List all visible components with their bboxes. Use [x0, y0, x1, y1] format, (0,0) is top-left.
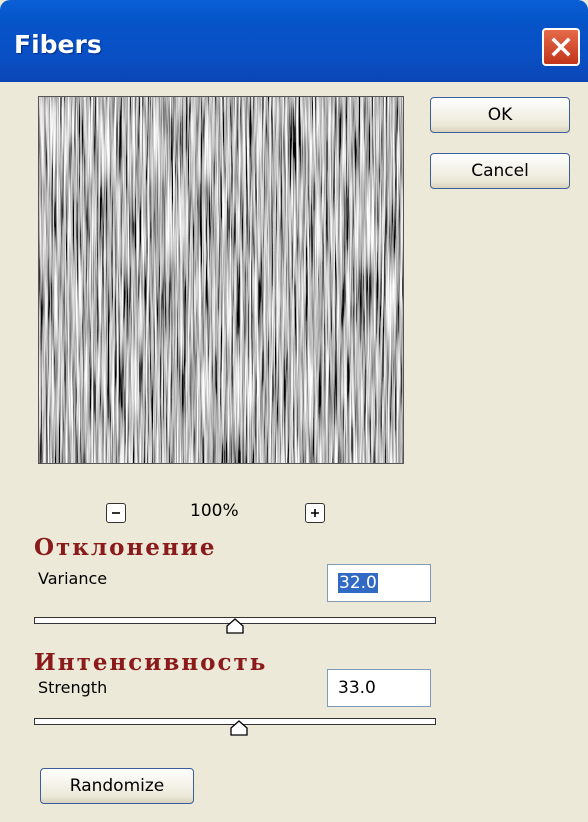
close-button[interactable]: [542, 28, 580, 66]
variance-value: 32.0: [338, 573, 378, 593]
strength-label: Strength: [38, 678, 108, 697]
plus-icon: [311, 509, 319, 517]
variance-input[interactable]: 32.0: [327, 564, 431, 602]
fibers-preview-image[interactable]: [38, 96, 404, 464]
zoom-in-button[interactable]: [305, 503, 325, 523]
close-icon: [551, 37, 571, 57]
variance-slider-thumb[interactable]: [226, 618, 244, 634]
ok-button[interactable]: OK: [430, 97, 570, 133]
strength-input[interactable]: 33.0: [327, 669, 431, 707]
strength-heading: Интенсивность: [34, 649, 268, 676]
variance-label: Variance: [38, 569, 108, 588]
strength-slider-thumb[interactable]: [230, 720, 248, 736]
randomize-button[interactable]: Randomize: [40, 768, 194, 804]
cancel-button[interactable]: Cancel: [430, 153, 570, 189]
dialog-body: OK Cancel 100% Отклонение Variance 32.0 …: [0, 82, 588, 822]
minus-icon: [112, 512, 120, 514]
variance-heading: Отклонение: [34, 534, 217, 561]
title-bar[interactable]: Fibers: [0, 0, 588, 82]
zoom-level: 100%: [190, 501, 239, 521]
strength-value: 33.0: [338, 678, 376, 698]
zoom-out-button[interactable]: [106, 503, 126, 523]
window-title: Fibers: [14, 30, 102, 59]
fibers-texture: [39, 97, 403, 463]
